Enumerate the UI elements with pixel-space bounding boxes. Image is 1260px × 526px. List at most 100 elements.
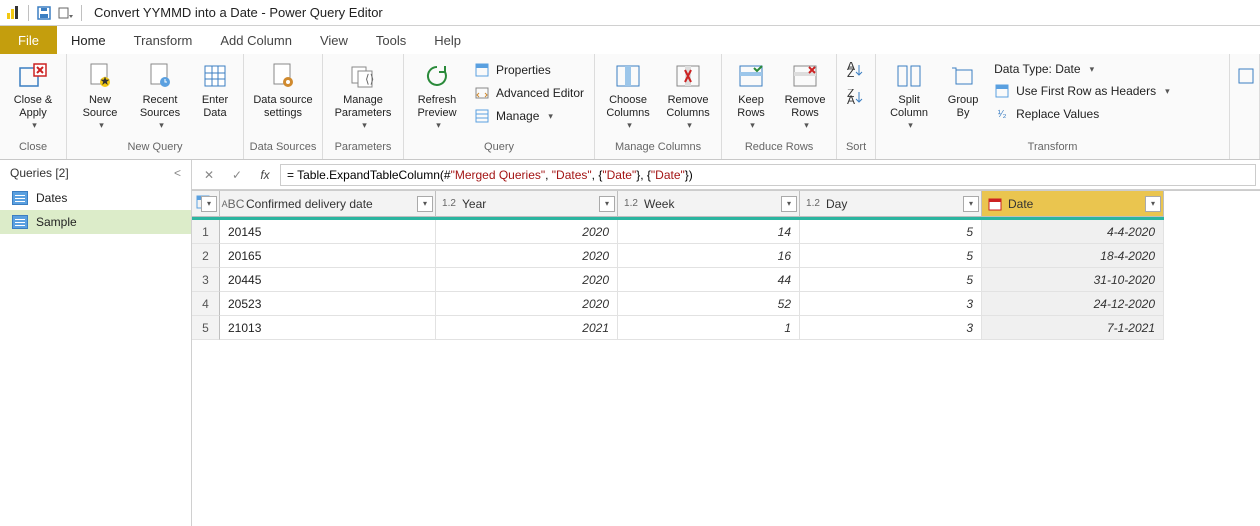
advanced-editor-button[interactable]: Advanced Editor (468, 83, 590, 103)
cell-date[interactable]: 24-12-2020 (982, 292, 1164, 316)
cancel-formula-icon[interactable]: ✕ (196, 163, 222, 187)
replace-values-button[interactable]: ¹⁄₂Replace Values (988, 104, 1176, 124)
row-number[interactable]: 5 (192, 316, 220, 340)
table-menu-icon[interactable]: ▾ (201, 196, 217, 212)
cell-day[interactable]: 5 (800, 268, 982, 292)
cell-day[interactable]: 5 (800, 244, 982, 268)
table-icon (12, 191, 28, 205)
cell-date[interactable]: 18-4-2020 (982, 244, 1164, 268)
group-by-button[interactable]: GroupBy (940, 58, 986, 120)
tab-transform[interactable]: Transform (120, 26, 207, 54)
col-header-confirmed[interactable]: ABCConfirmed delivery date▾ (220, 191, 436, 217)
filter-icon[interactable]: ▾ (417, 196, 433, 212)
filter-icon[interactable]: ▾ (1145, 196, 1161, 212)
tab-tools[interactable]: Tools (362, 26, 420, 54)
cell-week[interactable]: 44 (618, 268, 800, 292)
col-header-day[interactable]: 1.2 Day ▾ (800, 191, 982, 217)
cell-day[interactable]: 3 (800, 316, 982, 340)
save-icon[interactable] (33, 2, 55, 24)
cell-day[interactable]: 5 (800, 220, 982, 244)
cell-year[interactable]: 2020 (436, 268, 618, 292)
dtype-number-icon: 1.2 (804, 196, 822, 212)
dtype-date-icon (986, 196, 1004, 212)
svg-text:Z: Z (847, 66, 854, 78)
data-table: ▾ ABCConfirmed delivery date▾ 1.2Year▾ 1… (192, 190, 1260, 340)
query-item-sample[interactable]: Sample (0, 210, 191, 234)
table-corner[interactable]: ▾ (192, 191, 220, 217)
sort-asc-button[interactable]: AZ (847, 62, 865, 81)
overflow-1[interactable] (1234, 58, 1258, 92)
col-header-label: Date (1008, 197, 1033, 211)
col-header-date[interactable]: Date ▾ (982, 191, 1164, 217)
manage-parameters-button[interactable]: ⟨⟩ ManageParameters (327, 58, 399, 131)
col-header-week[interactable]: 1.2Week▾ (618, 191, 800, 217)
cell-confirmed[interactable]: 20523 (220, 292, 436, 316)
first-row-headers-button[interactable]: Use First Row as Headers (988, 81, 1176, 101)
group-label-close: Close (0, 141, 66, 159)
cell-week[interactable]: 16 (618, 244, 800, 268)
cell-year[interactable]: 2020 (436, 220, 618, 244)
cell-confirmed[interactable]: 20145 (220, 220, 436, 244)
tab-add-column[interactable]: Add Column (206, 26, 306, 54)
cell-date[interactable]: 4-4-2020 (982, 220, 1164, 244)
cell-week[interactable]: 1 (618, 316, 800, 340)
queries-header[interactable]: Queries [2] < (0, 160, 191, 186)
cell-date[interactable]: 7-1-2021 (982, 316, 1164, 340)
row-number[interactable]: 3 (192, 268, 220, 292)
tab-home[interactable]: Home (57, 26, 120, 54)
cell-confirmed[interactable]: 20165 (220, 244, 436, 268)
data-source-settings-button[interactable]: Data sourcesettings (248, 58, 318, 120)
col-header-year[interactable]: 1.2Year▾ (436, 191, 618, 217)
remove-rows-button[interactable]: RemoveRows (778, 58, 832, 131)
formula-input[interactable]: = Table.ExpandTableColumn(#"Merged Queri… (280, 164, 1256, 186)
cell-confirmed[interactable]: 20445 (220, 268, 436, 292)
cell-day[interactable]: 3 (800, 292, 982, 316)
undo-dropdown-icon[interactable] (55, 2, 77, 24)
filter-icon[interactable]: ▾ (599, 196, 615, 212)
split-column-button[interactable]: SplitColumn (880, 58, 938, 131)
manage-parameters-label: ManageParameters (335, 94, 392, 120)
group-reduce-rows: KeepRows RemoveRows Reduce Rows (722, 54, 837, 159)
accept-formula-icon[interactable]: ✓ (224, 163, 250, 187)
sort-desc-button[interactable]: ZA (847, 89, 865, 108)
tab-file[interactable]: File (0, 26, 57, 54)
cell-year[interactable]: 2021 (436, 316, 618, 340)
row-number[interactable]: 1 (192, 220, 220, 244)
split-column-label: SplitColumn (890, 94, 928, 120)
refresh-preview-button[interactable]: RefreshPreview (408, 58, 466, 131)
main: Queries [2] < Dates Sample ✕ ✓ fx = Tabl… (0, 160, 1260, 526)
row-number[interactable]: 4 (192, 292, 220, 316)
col-header-label: Day (826, 197, 847, 211)
recent-sources-button[interactable]: RecentSources (131, 58, 189, 131)
keep-rows-button[interactable]: KeepRows (726, 58, 776, 131)
query-item-dates[interactable]: Dates (0, 186, 191, 210)
svg-text:Z: Z (847, 89, 854, 100)
row-number[interactable]: 2 (192, 244, 220, 268)
collapse-icon[interactable]: < (174, 166, 181, 180)
col-header-label: Year (462, 197, 486, 211)
tab-view[interactable]: View (306, 26, 362, 54)
filter-icon[interactable]: ▾ (781, 196, 797, 212)
cell-confirmed[interactable]: 21013 (220, 316, 436, 340)
enter-data-button[interactable]: EnterData (191, 58, 239, 120)
cell-date[interactable]: 31-10-2020 (982, 268, 1164, 292)
titlebar: Convert YYMMD into a Date - Power Query … (0, 0, 1260, 26)
new-source-button[interactable]: ★ NewSource (71, 58, 129, 131)
close-apply-button[interactable]: Close &Apply (4, 58, 62, 131)
properties-button[interactable]: Properties (468, 60, 590, 80)
cell-week[interactable]: 14 (618, 220, 800, 244)
tab-help[interactable]: Help (420, 26, 475, 54)
fx-icon[interactable]: fx (252, 163, 278, 187)
remove-columns-button[interactable]: RemoveColumns (659, 58, 717, 131)
group-query: RefreshPreview Properties Advanced Edito… (404, 54, 595, 159)
choose-columns-button[interactable]: ChooseColumns (599, 58, 657, 131)
data-type-button[interactable]: Data Type: Date (988, 60, 1176, 78)
cell-year[interactable]: 2020 (436, 292, 618, 316)
filter-icon[interactable]: ▾ (963, 196, 979, 212)
group-label-query: Query (404, 141, 594, 159)
cell-week[interactable]: 52 (618, 292, 800, 316)
replace-values-label: Replace Values (1016, 107, 1099, 121)
manage-button[interactable]: Manage (468, 106, 590, 126)
cell-year[interactable]: 2020 (436, 244, 618, 268)
col-header-label: Confirmed delivery date (246, 197, 373, 211)
